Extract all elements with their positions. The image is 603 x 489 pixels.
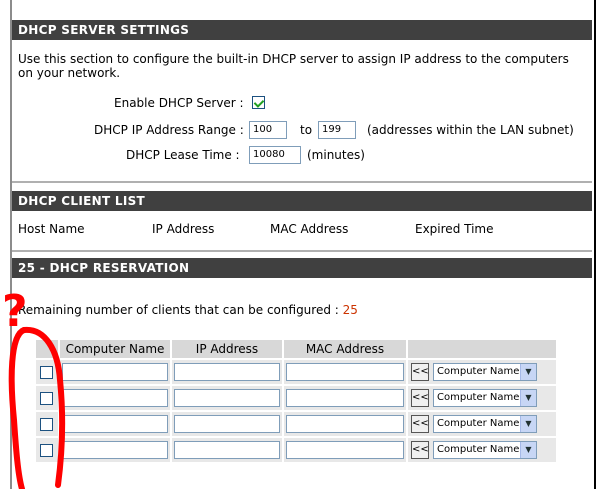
router-settings-panel: DHCP SERVER SETTINGS Use this section to…: [10, 0, 596, 489]
lease-time-label: DHCP Lease Time :: [126, 148, 240, 162]
enable-dhcp-label: Enable DHCP Server :: [114, 96, 244, 110]
column-ip-address: IP Address: [152, 222, 215, 236]
dhcp-client-list-section: DHCP CLIENT LIST Host Name IP Address MA…: [12, 191, 592, 245]
computer-name-select[interactable]: Computer Name ▼: [433, 441, 537, 459]
computer-name-select[interactable]: Computer Name ▼: [433, 363, 537, 381]
computer-name-select-value: Computer Name: [437, 366, 520, 377]
reservation-enable-checkbox[interactable]: [40, 443, 53, 457]
mac-address-input[interactable]: [286, 363, 404, 381]
mac-address-input[interactable]: [286, 441, 404, 459]
column-host-name: Host Name: [18, 222, 85, 236]
chevron-down-icon: ▼: [520, 442, 536, 458]
computer-name-input[interactable]: [62, 415, 168, 433]
reservation-enable-checkbox[interactable]: [40, 365, 53, 379]
ip-address-input[interactable]: [174, 389, 280, 407]
dhcp-server-title: DHCP SERVER SETTINGS: [12, 20, 592, 40]
computer-name-select-value: Computer Name: [437, 418, 520, 429]
ip-range-note: (addresses within the LAN subnet): [367, 123, 574, 137]
reservation-header-row: Computer Name IP Address MAC Address: [34, 338, 558, 360]
computer-name-input[interactable]: [62, 389, 168, 407]
computer-name-input[interactable]: [62, 441, 168, 459]
column-mac-address: MAC Address: [270, 222, 349, 236]
reservation-row: << Computer Name ▼: [34, 358, 558, 386]
chevron-down-icon: ▼: [520, 364, 536, 380]
computer-name-input[interactable]: [62, 363, 168, 381]
enable-dhcp-checkbox[interactable]: [252, 96, 265, 109]
lease-time-unit: (minutes): [307, 148, 365, 162]
remaining-clients-label: Remaining number of clients that can be …: [18, 303, 339, 317]
computer-name-select-value: Computer Name: [437, 392, 520, 403]
chevron-down-icon: ▼: [520, 416, 536, 432]
chevron-down-icon: ▼: [520, 390, 536, 406]
section-divider: [12, 250, 592, 252]
header-computer-name: Computer Name: [58, 338, 172, 360]
reservation-enable-checkbox[interactable]: [40, 417, 53, 431]
column-expired-time: Expired Time: [415, 222, 494, 236]
section-divider: [12, 181, 592, 183]
header-ip-address: IP Address: [170, 338, 284, 360]
reservation-table: Computer Name IP Address MAC Address << C…: [34, 338, 558, 464]
dhcp-server-section: DHCP SERVER SETTINGS Use this section to…: [12, 20, 592, 175]
mac-address-input[interactable]: [286, 415, 404, 433]
copy-to-row-button[interactable]: <<: [411, 363, 429, 381]
computer-name-select[interactable]: Computer Name ▼: [433, 415, 537, 433]
copy-to-row-button[interactable]: <<: [411, 441, 429, 459]
dhcp-server-description: Use this section to configure the built-…: [18, 52, 569, 80]
ip-address-input[interactable]: [174, 441, 280, 459]
ip-range-start-input[interactable]: 100: [249, 121, 287, 139]
dhcp-client-list-title: DHCP CLIENT LIST: [12, 191, 592, 211]
copy-to-row-button[interactable]: <<: [411, 415, 429, 433]
header-mac-address: MAC Address: [282, 338, 408, 360]
mac-address-input[interactable]: [286, 389, 404, 407]
copy-to-row-button[interactable]: <<: [411, 389, 429, 407]
dhcp-reservation-title: 25 - DHCP RESERVATION: [12, 258, 592, 278]
ip-address-input[interactable]: [174, 415, 280, 433]
ip-range-label: DHCP IP Address Range :: [94, 123, 244, 137]
ip-range-end-input[interactable]: 199: [318, 121, 356, 139]
reservation-enable-checkbox[interactable]: [40, 391, 53, 405]
reservation-row: << Computer Name ▼: [34, 436, 558, 464]
ip-address-input[interactable]: [174, 363, 280, 381]
computer-name-select-value: Computer Name: [437, 444, 520, 455]
reservation-row: << Computer Name ▼: [34, 384, 558, 412]
computer-name-select[interactable]: Computer Name ▼: [433, 389, 537, 407]
remaining-clients-count: 25: [342, 303, 358, 317]
lease-time-input[interactable]: 10080: [249, 146, 301, 164]
ip-range-to-label: to: [300, 123, 313, 137]
reservation-row: << Computer Name ▼: [34, 410, 558, 438]
remaining-clients-text: Remaining number of clients that can be …: [18, 303, 358, 317]
